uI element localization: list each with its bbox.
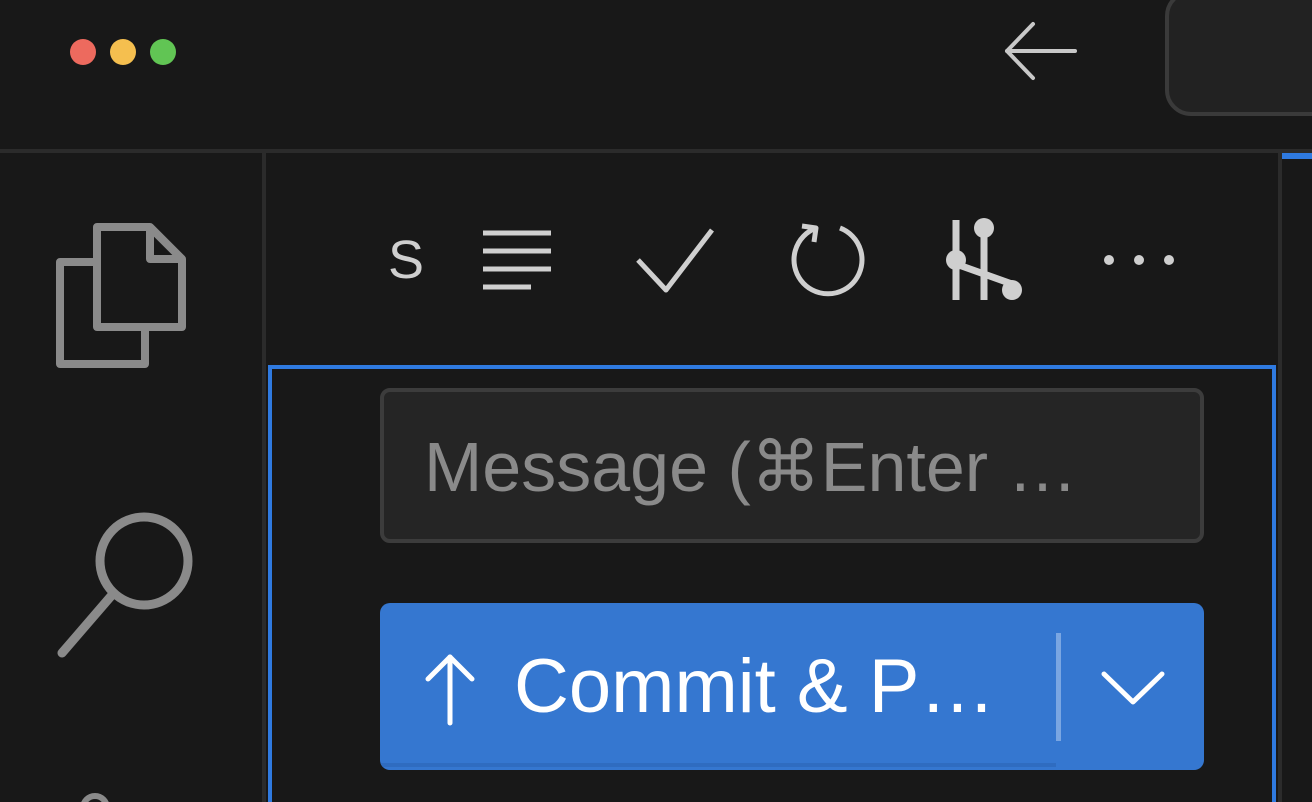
maximize-window-button[interactable] xyxy=(150,39,176,65)
git-graph-button[interactable] xyxy=(936,210,1028,310)
vscode-window: S Message (⌘Enter … Commit & P… xyxy=(0,0,1312,802)
commit-dropdown-button[interactable] xyxy=(1061,603,1204,770)
refresh-button[interactable] xyxy=(782,210,874,310)
commit-and-push-button[interactable]: Commit & P… xyxy=(380,603,1204,770)
close-window-button[interactable] xyxy=(70,39,96,65)
more-actions-button[interactable] xyxy=(1095,210,1185,310)
sidebar-divider xyxy=(1278,153,1282,802)
commit-message-placeholder: Message (⌘Enter … xyxy=(424,428,1078,506)
account-icon[interactable] xyxy=(70,790,120,802)
checkmark-icon xyxy=(636,228,714,293)
commit-button-edge xyxy=(380,763,1056,767)
files-icon[interactable] xyxy=(50,222,190,377)
search-icon[interactable] xyxy=(50,505,200,665)
view-as-list-button[interactable] xyxy=(475,210,560,310)
source-control-title: S xyxy=(387,230,425,290)
arrow-left-icon[interactable] xyxy=(995,14,1085,88)
chevron-down-icon xyxy=(1101,671,1164,704)
arrow-up-icon xyxy=(425,654,475,725)
title-bar xyxy=(0,0,1312,149)
view-as-list-icon xyxy=(483,230,551,290)
commit-button-label: Commit & P… xyxy=(514,644,996,729)
git-graph-icon xyxy=(946,218,1022,300)
commit-main-action[interactable]: Commit & P… xyxy=(380,603,1056,770)
commit-message-input[interactable]: Message (⌘Enter … xyxy=(380,388,1204,543)
commit-check-button[interactable] xyxy=(628,210,720,310)
minimize-window-button[interactable] xyxy=(110,39,136,65)
active-editor-indicator xyxy=(1282,153,1312,159)
refresh-icon xyxy=(791,223,865,297)
command-center[interactable] xyxy=(1165,0,1312,116)
more-actions-icon xyxy=(1104,255,1174,265)
